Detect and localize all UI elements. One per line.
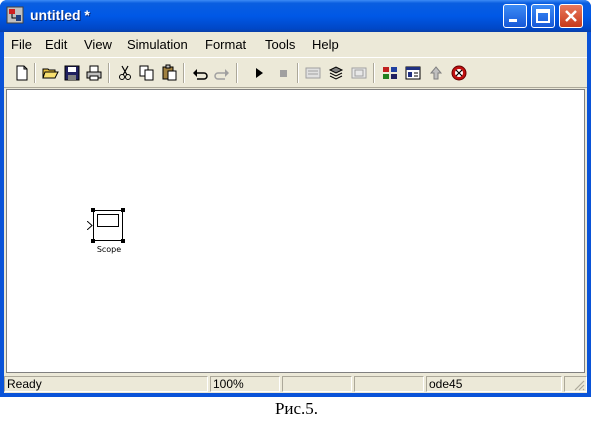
window-title: untitled *: [30, 7, 90, 23]
status-bar: Ready 100% ode45: [4, 375, 587, 393]
redo-icon[interactable]: [213, 64, 231, 82]
status-pane-4: [354, 376, 424, 392]
status-solver: ode45: [426, 376, 562, 392]
go-to-parent-icon[interactable]: [427, 64, 445, 82]
menu-tools[interactable]: Tools: [265, 37, 295, 52]
status-pane-3: [282, 376, 352, 392]
menu-help[interactable]: Help: [312, 37, 339, 52]
window-client-area: File Edit View Simulation Format Tools H…: [4, 32, 587, 393]
stop-simulation-icon[interactable]: [274, 64, 292, 82]
toolbar-separator: [236, 63, 238, 83]
toolbar-separator: [373, 63, 375, 83]
undo-icon[interactable]: [191, 64, 209, 82]
open-icon[interactable]: [41, 64, 59, 82]
title-bar[interactable]: untitled *: [0, 0, 591, 32]
toolbar-separator: [297, 63, 299, 83]
toolbar-separator: [183, 63, 185, 83]
minimize-icon: [509, 19, 517, 22]
resize-grip-icon[interactable]: [573, 379, 585, 391]
menu-bar: File Edit View Simulation Format Tools H…: [4, 32, 587, 57]
maximize-icon: [536, 9, 550, 23]
model-canvas[interactable]: Scope: [6, 89, 585, 373]
status-zoom: 100%: [210, 376, 280, 392]
toolbar-separator: [108, 63, 110, 83]
model-explorer-icon[interactable]: [404, 64, 422, 82]
menu-format[interactable]: Format: [205, 37, 246, 52]
selection-handle[interactable]: [91, 208, 95, 212]
cut-icon[interactable]: [116, 64, 134, 82]
menu-simulation[interactable]: Simulation: [127, 37, 188, 52]
start-simulation-icon[interactable]: [250, 64, 268, 82]
simulink-app-icon[interactable]: [6, 6, 24, 24]
close-icon: [565, 10, 577, 22]
paste-icon[interactable]: [160, 64, 178, 82]
status-state: Ready: [4, 376, 208, 392]
new-model-icon[interactable]: [13, 64, 31, 82]
scope-block[interactable]: [91, 208, 125, 243]
close-button[interactable]: [559, 4, 583, 28]
build-subsystem-icon[interactable]: [350, 64, 368, 82]
print-icon[interactable]: [85, 64, 103, 82]
toolbar: [4, 57, 587, 88]
scope-block-label[interactable]: Scope: [93, 245, 125, 254]
debugger-icon[interactable]: [450, 64, 468, 82]
menu-edit[interactable]: Edit: [45, 37, 67, 52]
selection-handle[interactable]: [121, 239, 125, 243]
selection-handle[interactable]: [121, 208, 125, 212]
maximize-button[interactable]: [531, 4, 555, 28]
menu-view[interactable]: View: [84, 37, 112, 52]
copy-icon[interactable]: [138, 64, 156, 82]
selection-handle[interactable]: [91, 239, 95, 243]
model-window: untitled * File Edit View Simulation For…: [0, 0, 591, 397]
toolbar-separator: [34, 63, 36, 83]
build-icon[interactable]: [304, 64, 322, 82]
scope-display-icon: [97, 214, 119, 227]
menu-file[interactable]: File: [11, 37, 32, 52]
update-diagram-icon[interactable]: [327, 64, 345, 82]
minimize-button[interactable]: [503, 4, 527, 28]
figure-caption: Рис.5.: [274, 399, 319, 418]
save-icon[interactable]: [63, 64, 81, 82]
library-browser-icon[interactable]: [381, 64, 399, 82]
